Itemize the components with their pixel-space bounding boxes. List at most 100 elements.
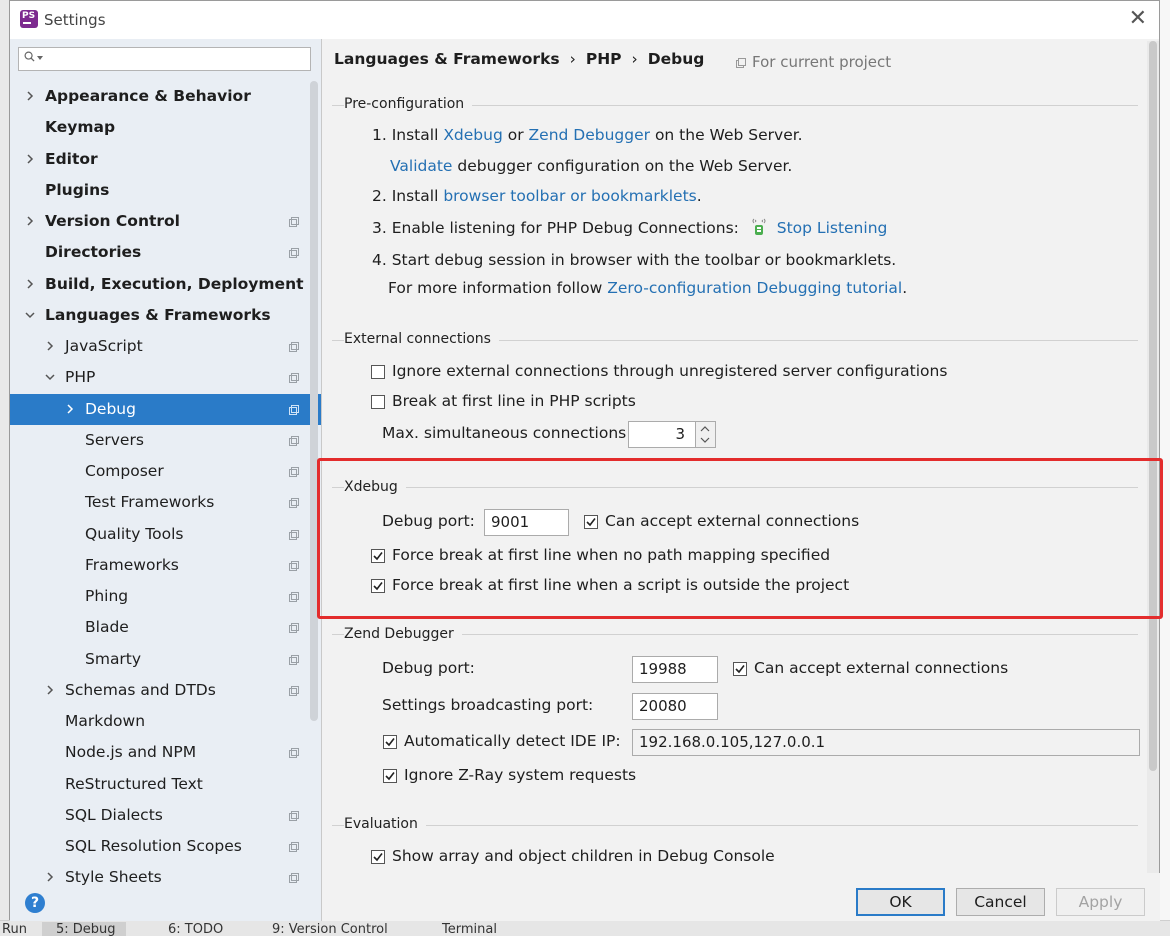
preconfig-step-4: 4. Start debug session in browser with t…	[372, 251, 897, 269]
tree-item-languages-frameworks[interactable]: Languages & Frameworks	[10, 300, 310, 331]
chevron-right-icon[interactable]	[25, 154, 35, 164]
project-scope-icon	[289, 686, 299, 696]
chevron-right-icon[interactable]	[45, 872, 55, 882]
ok-button[interactable]: OK	[856, 888, 945, 916]
close-icon[interactable]: ✕	[1129, 8, 1147, 30]
spinner-down-icon[interactable]	[700, 437, 710, 443]
project-scope-icon	[289, 623, 299, 633]
chevron-right-icon[interactable]	[25, 216, 35, 226]
tree-item-node-js-and-npm[interactable]: Node.js and NPM	[10, 737, 310, 768]
broadcast-port-label: Settings broadcasting port:	[382, 696, 594, 714]
apply-button[interactable]: Apply	[1056, 888, 1145, 916]
tool-debug[interactable]: 5: Debug	[42, 922, 126, 936]
tree-item-php[interactable]: PHP	[10, 362, 310, 393]
tree-item-appearance-behavior[interactable]: Appearance & Behavior	[10, 81, 310, 112]
tree-item-editor[interactable]: Editor	[10, 144, 310, 175]
tree-item-frameworks[interactable]: Frameworks	[10, 550, 310, 581]
tree-item-schemas-and-dtds[interactable]: Schemas and DTDs	[10, 675, 310, 706]
chevron-down-icon[interactable]	[25, 310, 35, 320]
ide-ip-input[interactable]: 192.168.0.105,127.0.0.1	[632, 729, 1140, 756]
tool-version-control[interactable]: 9: Version Control	[272, 922, 388, 936]
tree-item-composer[interactable]: Composer	[10, 456, 310, 487]
auto-detect-ip-checkbox[interactable]	[383, 735, 397, 749]
chevron-down-icon[interactable]	[45, 372, 55, 382]
chevron-right-icon[interactable]	[65, 404, 75, 414]
show-children-checkbox[interactable]	[371, 850, 385, 864]
tree-item-keymap[interactable]: Keymap	[10, 112, 310, 143]
help-icon[interactable]: ?	[25, 893, 45, 913]
tree-item-label: SQL Dialects	[65, 806, 163, 824]
search-input[interactable]	[18, 47, 311, 71]
project-scope-icon	[289, 436, 299, 446]
tree-item-style-sheets[interactable]: Style Sheets	[10, 862, 310, 893]
xdebug-link[interactable]: Xdebug	[443, 126, 503, 144]
breadcrumb-item[interactable]: PHP	[586, 50, 622, 68]
tool-run[interactable]: Run	[2, 922, 27, 936]
tree-item-debug[interactable]: Debug	[10, 394, 321, 425]
tree-item-sql-resolution-scopes[interactable]: SQL Resolution Scopes	[10, 831, 310, 862]
zend-port-input[interactable]: 19988	[632, 656, 718, 683]
highlight-annotation-box	[317, 458, 1163, 619]
tree-item-label: Node.js and NPM	[65, 743, 197, 761]
phone-listening-icon	[752, 218, 766, 235]
tree-item-smarty[interactable]: Smarty	[10, 644, 310, 675]
breadcrumb-separator: ›	[569, 50, 576, 68]
tree-item-label: Smarty	[85, 650, 142, 668]
zend-accept-external-checkbox[interactable]	[733, 662, 747, 676]
section-title-preconfig: Pre-configuration	[344, 96, 473, 112]
chevron-right-icon[interactable]	[25, 279, 35, 289]
tool-todo[interactable]: 6: TODO	[168, 922, 223, 936]
browser-toolbar-link[interactable]: browser toolbar or bookmarklets	[443, 187, 696, 205]
tree-item-build-execution-deployment[interactable]: Build, Execution, Deployment	[10, 269, 310, 300]
tree-item-blade[interactable]: Blade	[10, 612, 310, 643]
chevron-right-icon[interactable]	[25, 91, 35, 101]
auto-detect-ip-label: Automatically detect IDE IP:	[404, 732, 621, 750]
project-scope-icon	[289, 342, 299, 352]
chevron-right-icon[interactable]	[45, 341, 55, 351]
project-scope-icon	[289, 655, 299, 665]
ignore-external-checkbox[interactable]	[371, 365, 385, 379]
project-scope-icon	[289, 592, 299, 602]
cancel-button[interactable]: Cancel	[956, 888, 1045, 916]
tree-item-quality-tools[interactable]: Quality Tools	[10, 519, 310, 550]
tree-item-servers[interactable]: Servers	[10, 425, 310, 456]
tree-item-plugins[interactable]: Plugins	[10, 175, 310, 206]
panel-scrollbar-thumb[interactable]	[1149, 41, 1157, 771]
zend-debugger-link[interactable]: Zend Debugger	[529, 126, 650, 144]
zero-config-tutorial-link[interactable]: Zero-configuration Debugging tutorial	[607, 279, 902, 297]
tree-item-label: Languages & Frameworks	[45, 306, 271, 324]
ignore-zray-checkbox[interactable]	[383, 769, 397, 783]
broadcast-port-input[interactable]: 20080	[632, 693, 718, 720]
tree-item-label: ReStructured Text	[65, 775, 203, 793]
break-first-line-checkbox[interactable]	[371, 395, 385, 409]
max-connections-spinner[interactable]: 3	[628, 421, 716, 448]
max-connections-label: Max. simultaneous connections:	[382, 424, 632, 442]
window-title: Settings	[44, 11, 106, 29]
stop-listening-link[interactable]: Stop Listening	[777, 219, 888, 237]
spinner-up-icon[interactable]	[700, 426, 710, 432]
tree-item-javascript[interactable]: JavaScript	[10, 331, 310, 362]
tree-item-label: Test Frameworks	[85, 493, 215, 511]
tree-item-sql-dialects[interactable]: SQL Dialects	[10, 800, 310, 831]
search-icon	[24, 51, 35, 62]
validate-link[interactable]: Validate	[390, 157, 452, 175]
breadcrumb-item[interactable]: Languages & Frameworks	[334, 50, 560, 68]
tree-item-label: SQL Resolution Scopes	[65, 837, 242, 855]
tool-terminal[interactable]: Terminal	[442, 922, 497, 936]
preconfig-more-info: For more information follow Zero-configu…	[388, 279, 907, 297]
tree-scrollbar[interactable]	[310, 81, 318, 721]
tree-item-test-frameworks[interactable]: Test Frameworks	[10, 487, 310, 518]
tree-item-label: Schemas and DTDs	[65, 681, 216, 699]
max-connections-value: 3	[675, 425, 685, 443]
chevron-right-icon[interactable]	[45, 685, 55, 695]
tree-item-phing[interactable]: Phing	[10, 581, 310, 612]
break-first-line-label: Break at first line in PHP scripts	[392, 392, 636, 410]
step1-prefix: 1. Install	[372, 126, 439, 144]
tree-item-markdown[interactable]: Markdown	[10, 706, 310, 737]
section-title-zend: Zend Debugger	[344, 626, 462, 642]
validate-suffix: debugger configuration on the Web Server…	[457, 157, 793, 175]
tree-item-version-control[interactable]: Version Control	[10, 206, 310, 237]
tree-item-directories[interactable]: Directories	[10, 237, 310, 268]
tool-debug-label: 5: Debug	[56, 922, 116, 936]
tree-item-restructured-text[interactable]: ReStructured Text	[10, 769, 310, 800]
